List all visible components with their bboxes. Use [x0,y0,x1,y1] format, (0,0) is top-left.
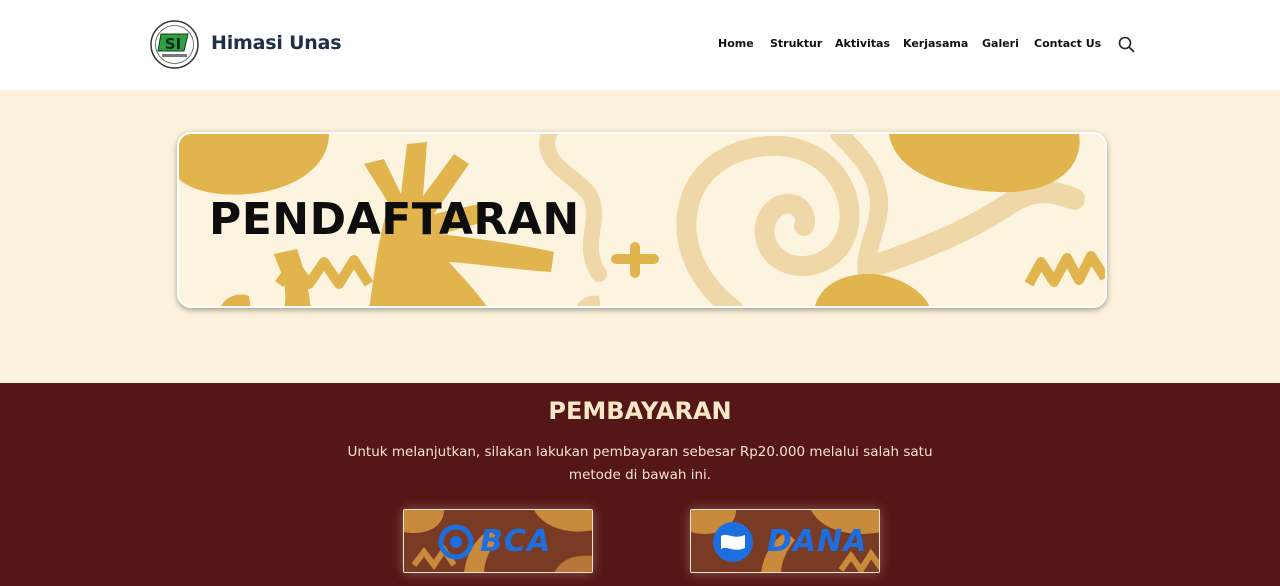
payment-description: Untuk melanjutkan, silakan lakukan pemba… [347,444,933,483]
search-icon[interactable] [1118,36,1135,53]
nav-galeri[interactable]: Galeri [982,37,1019,50]
dana-payment-button[interactable]: DANA [690,509,880,573]
payment-section: PEMBAYARAN Untuk melanjutkan, silakan la… [0,383,1280,586]
nav-contact-us[interactable]: Contact Us [1034,37,1101,50]
page-title: PENDAFTARAN [209,194,580,245]
bca-payment-button[interactable]: BCA [403,509,593,573]
dana-label: DANA [767,524,868,559]
bca-label: BCA [480,524,552,559]
nav-struktur[interactable]: Struktur [770,37,822,50]
brand-title[interactable]: Himasi Unas [211,32,342,54]
nav-home[interactable]: Home [718,37,754,50]
logo-text: SI [165,35,181,53]
payment-title: PEMBAYARAN [548,397,732,425]
nav-kerjasama[interactable]: Kerjasama [903,37,968,50]
hero-section: PENDAFTARAN [0,90,1280,383]
himasi-logo[interactable]: SI [150,20,199,69]
site-header: SI Himasi Unas Home Struktur Aktivitas K… [0,0,1280,90]
nav-aktivitas[interactable]: Aktivitas [835,37,890,50]
registration-banner: PENDAFTARAN [177,132,1107,308]
